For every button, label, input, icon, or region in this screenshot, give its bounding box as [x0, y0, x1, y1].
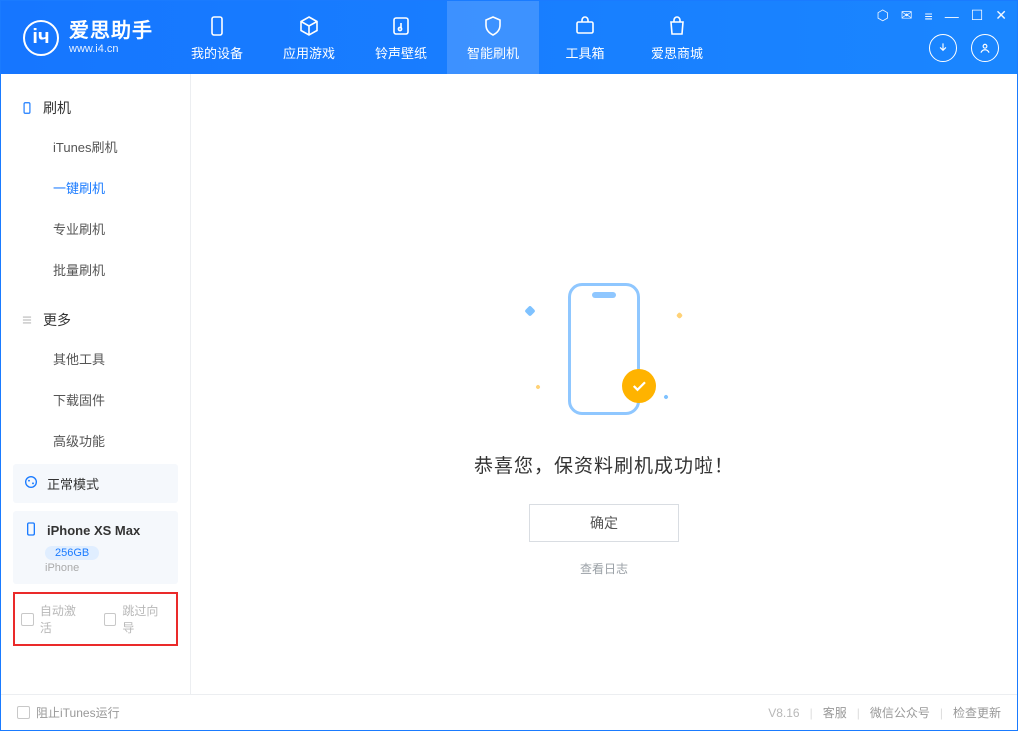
device-card[interactable]: iPhone XS Max 256GB iPhone [13, 511, 178, 584]
checkbox-label: 阻止iTunes运行 [36, 704, 120, 721]
tab-my-device[interactable]: 我的设备 [171, 1, 263, 74]
phone-small-icon [19, 100, 35, 116]
list-icon [19, 312, 35, 328]
music-icon [388, 13, 414, 39]
view-log-link[interactable]: 查看日志 [580, 560, 628, 577]
tab-apps-games[interactable]: 应用游戏 [263, 1, 355, 74]
tab-label: 铃声壁纸 [375, 43, 427, 62]
titlebar: iч 爱思助手 www.i4.cn 我的设备 应用游戏 铃声壁纸 智能刷机 [1, 1, 1017, 74]
link-wechat[interactable]: 微信公众号 [870, 704, 930, 721]
success-illustration [494, 269, 714, 429]
nav-item-itunes-flash[interactable]: iTunes刷机 [1, 126, 190, 167]
app-name: 爱思助手 [69, 20, 153, 43]
sidebar: 刷机 iTunes刷机 一键刷机 专业刷机 批量刷机 更多 其他工具 下载固件 … [1, 74, 191, 694]
maximize-button[interactable]: ☐ [971, 7, 984, 24]
tab-store[interactable]: 爱思商城 [631, 1, 723, 74]
link-check-update[interactable]: 检查更新 [953, 704, 1001, 721]
checkbox-box [21, 613, 34, 626]
feedback-icon[interactable]: ✉ [901, 7, 913, 24]
nav-item-pro-flash[interactable]: 专业刷机 [1, 208, 190, 249]
mode-text: 正常模式 [47, 474, 99, 493]
toolbox-icon [572, 13, 598, 39]
shield-icon [480, 13, 506, 39]
tab-label: 爱思商城 [651, 43, 703, 62]
checkbox-label: 跳过向导 [122, 602, 170, 636]
nav-item-download-firmware[interactable]: 下载固件 [1, 379, 190, 420]
checkbox-auto-activate[interactable]: 自动激活 [21, 602, 88, 636]
cube-icon [296, 13, 322, 39]
nav-item-batch-flash[interactable]: 批量刷机 [1, 249, 190, 290]
titlebar-actions [929, 34, 999, 62]
close-button[interactable]: ✕ [995, 7, 1007, 24]
section-title: 更多 [43, 310, 71, 330]
tab-label: 工具箱 [565, 43, 604, 62]
checkbox-block-itunes[interactable]: 阻止iTunes运行 [17, 704, 120, 721]
tab-label: 应用游戏 [283, 43, 335, 62]
device-capacity: 256GB [45, 546, 99, 560]
nav-item-one-click-flash[interactable]: 一键刷机 [1, 167, 190, 208]
logo-icon: iч [23, 20, 59, 56]
tab-toolbox[interactable]: 工具箱 [539, 1, 631, 74]
bag-icon [664, 13, 690, 39]
main-tabs: 我的设备 应用游戏 铃声壁纸 智能刷机 工具箱 爱思商城 [171, 1, 723, 74]
check-badge-icon [622, 369, 656, 403]
app-url: www.i4.cn [69, 43, 153, 56]
checkbox-skip-wizard[interactable]: 跳过向导 [104, 602, 171, 636]
app-window: iч 爱思助手 www.i4.cn 我的设备 应用游戏 铃声壁纸 智能刷机 [0, 0, 1018, 731]
nav-item-advanced[interactable]: 高级功能 [1, 420, 190, 461]
result-panel: 恭喜您，保资料刷机成功啦！ 确定 查看日志 [474, 269, 734, 577]
phone-icon [204, 13, 230, 39]
statusbar: 阻止iTunes运行 V8.16 | 客服 | 微信公众号 | 检查更新 [1, 694, 1017, 730]
device-cards: 正常模式 iPhone XS Max 256GB iPhone [13, 464, 178, 584]
download-button[interactable] [929, 34, 957, 62]
tab-label: 智能刷机 [467, 43, 519, 62]
sidebar-nav: 刷机 iTunes刷机 一键刷机 专业刷机 批量刷机 更多 其他工具 下载固件 … [1, 74, 190, 461]
link-support[interactable]: 客服 [823, 704, 847, 721]
tshirt-icon[interactable]: ⬡ [877, 7, 889, 24]
nav-section-more: 更多 [1, 302, 190, 338]
minimize-button[interactable]: ― [945, 8, 959, 24]
section-title: 刷机 [43, 98, 71, 118]
tab-smart-flash[interactable]: 智能刷机 [447, 1, 539, 74]
nav-section-flash: 刷机 [1, 90, 190, 126]
checkbox-box [17, 706, 30, 719]
ok-button[interactable]: 确定 [529, 504, 679, 542]
tab-ringtones-wallpapers[interactable]: 铃声壁纸 [355, 1, 447, 74]
nav-item-other-tools[interactable]: 其他工具 [1, 338, 190, 379]
mode-card[interactable]: 正常模式 [13, 464, 178, 503]
user-button[interactable] [971, 34, 999, 62]
device-name: iPhone XS Max [47, 523, 140, 538]
bottom-options-highlight: 自动激活 跳过向导 [13, 592, 178, 646]
tab-label: 我的设备 [191, 43, 243, 62]
logo: iч 爱思助手 www.i4.cn [1, 1, 171, 74]
version-text: V8.16 [768, 706, 799, 720]
result-message: 恭喜您，保资料刷机成功啦！ [474, 451, 734, 478]
window-controls: ⬡ ✉ ≡ ― ☐ ✕ [877, 7, 1007, 24]
main-content: 恭喜您，保资料刷机成功啦！ 确定 查看日志 [191, 74, 1017, 694]
device-type: iPhone [45, 562, 168, 574]
menu-icon[interactable]: ≡ [925, 8, 933, 24]
checkbox-label: 自动激活 [40, 602, 88, 636]
body: 刷机 iTunes刷机 一键刷机 专业刷机 批量刷机 更多 其他工具 下载固件 … [1, 74, 1017, 694]
checkbox-box [104, 613, 117, 626]
mode-icon [23, 474, 39, 493]
device-icon [23, 521, 39, 540]
